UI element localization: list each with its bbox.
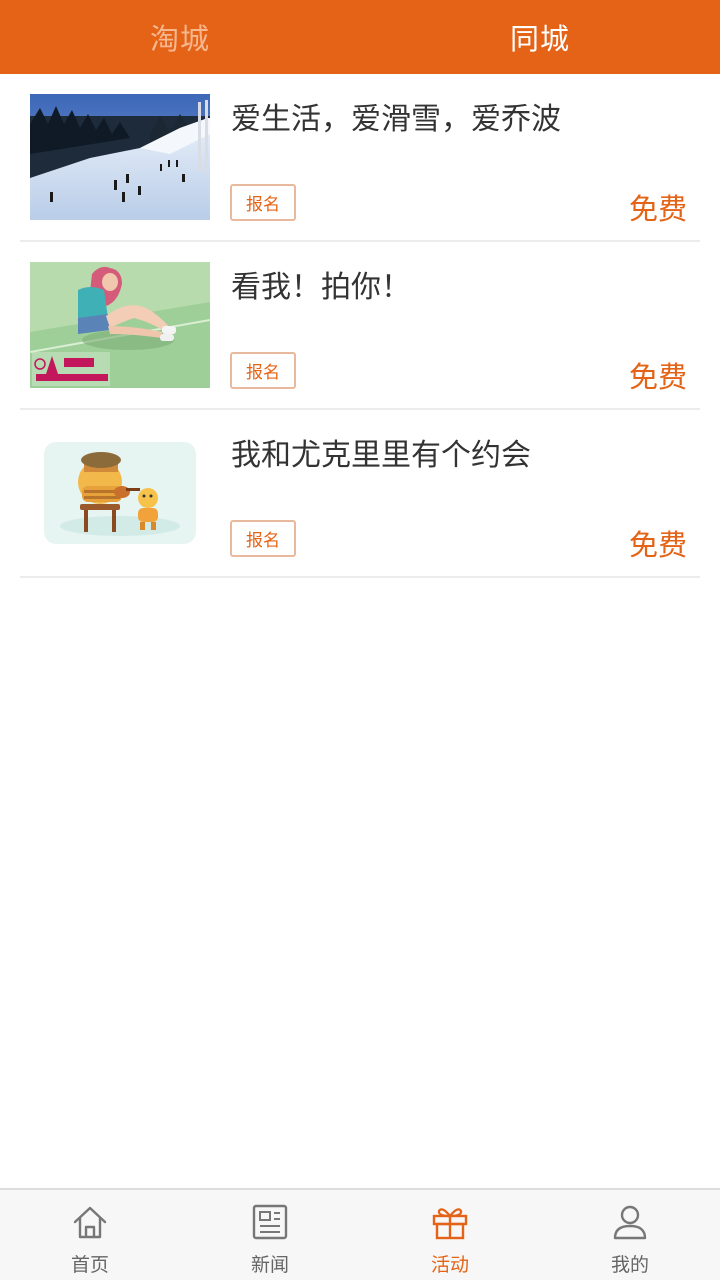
event-title[interactable]: 我和尤克里里有个约会 (231, 430, 531, 474)
nav-activities[interactable]: 活动 (360, 1190, 540, 1280)
event-thumbnail-ukulele[interactable] (30, 430, 210, 556)
event-price: 免费 (628, 528, 687, 562)
home-icon (68, 1200, 112, 1244)
cartoon-ukulele-illustration (30, 430, 210, 556)
top-tab-bar: 淘城 同城 (0, 0, 720, 74)
event-item[interactable]: 我和尤克里里有个约会 报名 免费 (20, 410, 700, 578)
nav-mine[interactable]: 我的 (540, 1190, 720, 1280)
event-price: 免费 (628, 360, 687, 394)
gift-icon (428, 1200, 472, 1244)
event-price: 免费 (628, 192, 687, 226)
app-screen: 淘城 同城 爱生活，爱滑雪，爱乔波 报名 免费 看我！拍你！ 报名 免费 我和尤… (0, 0, 720, 1280)
event-item[interactable]: 看我！拍你！ 报名 免费 (20, 242, 700, 410)
event-thumbnail-photo[interactable] (30, 262, 210, 388)
signup-button[interactable]: 报名 (230, 520, 296, 557)
nav-mine-label: 我的 (610, 1254, 649, 1276)
signup-button[interactable]: 报名 (230, 352, 296, 389)
event-item[interactable]: 爱生活，爱滑雪，爱乔波 报名 免费 (20, 74, 700, 242)
girl-sitting-on-grass-photo (30, 262, 210, 388)
event-title[interactable]: 爱生活，爱滑雪，爱乔波 (231, 94, 561, 138)
signup-button[interactable]: 报名 (230, 184, 296, 221)
tab-taocheng-label: 淘城 (149, 22, 210, 56)
event-list: 爱生活，爱滑雪，爱乔波 报名 免费 看我！拍你！ 报名 免费 我和尤克里里有个约… (0, 74, 720, 578)
nav-home-label: 首页 (70, 1254, 109, 1276)
event-thumbnail-ski[interactable] (30, 94, 210, 220)
nav-news[interactable]: 新闻 (180, 1190, 360, 1280)
tab-tongcheng[interactable]: 同城 (360, 0, 720, 74)
nav-activities-label: 活动 (430, 1254, 469, 1276)
tab-tongcheng-label: 同城 (509, 22, 570, 56)
tab-taocheng[interactable]: 淘城 (0, 0, 360, 74)
user-icon (608, 1200, 652, 1244)
nav-news-label: 新闻 (250, 1254, 289, 1276)
newspaper-icon (248, 1200, 292, 1244)
event-title[interactable]: 看我！拍你！ (231, 262, 411, 306)
photo-studio-watermark (32, 352, 110, 386)
nav-home[interactable]: 首页 (0, 1190, 180, 1280)
bottom-nav-bar: 首页 新闻 活动 我的 (0, 1188, 720, 1280)
ski-slope-photo (30, 94, 210, 220)
